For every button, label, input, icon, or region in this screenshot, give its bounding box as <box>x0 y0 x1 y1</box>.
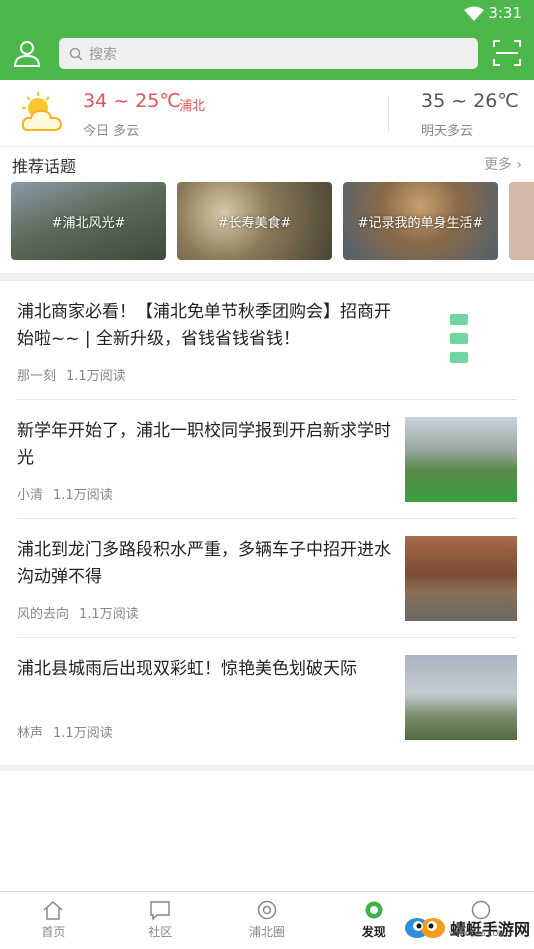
news-reads: 1.1万阅读 <box>53 726 113 741</box>
news-title: 新学年开始了，浦北一职校同学报到开启新求学时光 <box>17 421 391 468</box>
news-thumbnail <box>405 655 517 740</box>
tab-label: 发现 <box>361 925 386 939</box>
news-reads: 1.1万阅读 <box>79 607 139 622</box>
tab-label: 首页 <box>41 925 66 939</box>
thumbnail-graphic <box>450 333 468 344</box>
news-author: 那一刻 <box>17 369 57 384</box>
news-author: 风的去向 <box>17 607 70 622</box>
news-author: 小清 <box>17 488 44 503</box>
news-thumbnail <box>405 417 517 502</box>
news-list: 浦北商家必看！【浦北免单节秋季团购会】招商开始啦~~ | 全新升级，省钱省钱省钱… <box>0 281 534 757</box>
discover-icon <box>365 901 383 919</box>
partly-cloudy-icon <box>21 92 63 131</box>
scan-icon[interactable] <box>492 38 522 68</box>
news-meta: 小清 1.1万阅读 <box>17 484 113 503</box>
tomorrow-description: 明天多云 <box>421 124 474 139</box>
tab-label: 浦北圈 <box>248 925 285 939</box>
news-title: 浦北县城雨后出现双彩虹！惊艳美色划破天际 <box>17 659 357 679</box>
today-description: 今日 多云 <box>83 124 140 139</box>
chat-icon <box>150 901 170 920</box>
news-meta: 那一刻 1.1万阅读 <box>17 365 126 384</box>
circle-icon <box>257 900 277 920</box>
search-placeholder: 搜索 <box>89 46 117 63</box>
tab-community[interactable]: 社区 <box>107 892 214 949</box>
status-time: 3:31 <box>488 4 522 22</box>
search-input[interactable]: 搜索 <box>59 38 478 69</box>
topic-label: #记录我的单身生活# <box>357 215 484 231</box>
thumbnail-graphic <box>450 314 468 325</box>
watermark-url: WWW.QT6.COM <box>448 930 505 938</box>
topics-title: 推荐话题 <box>12 157 77 176</box>
topics-header: 推荐话题 更多 › <box>0 147 534 180</box>
news-item[interactable]: 浦北县城雨后出现双彩虹！惊艳美色划破天际 林声 1.1万阅读 <box>17 638 517 757</box>
weather-widget[interactable]: 34 ~ 25℃ 浦北 今日 多云 35 ~ 26℃ 明天多云 <box>0 80 534 147</box>
topic-card[interactable] <box>509 182 534 260</box>
tab-pubei-circle[interactable]: 浦北圈 <box>214 892 321 949</box>
topics-more-link[interactable]: 更多 › <box>484 154 522 174</box>
news-title: 浦北到龙门多路段积水严重，多辆车子中招开进水沟动弹不得 <box>17 540 391 587</box>
weather-divider <box>388 96 389 132</box>
section-separator <box>0 273 534 281</box>
news-reads: 1.1万阅读 <box>53 488 113 503</box>
news-author: 林声 <box>17 726 44 741</box>
today-temperature: 34 ~ 25℃ <box>83 90 181 112</box>
dragonfly-logo-icon <box>404 918 445 938</box>
news-thumbnail <box>405 298 517 383</box>
weather-city: 浦北 <box>179 99 206 114</box>
topic-label: #浦北风光# <box>51 215 126 231</box>
topic-card[interactable]: #长寿美食# <box>177 182 332 260</box>
topics-more-label: 更多 <box>483 157 512 173</box>
news-meta: 风的去向 1.1万阅读 <box>17 603 139 622</box>
top-header-area: 3:31 搜索 <box>0 0 534 80</box>
topic-card[interactable]: #记录我的单身生活# <box>343 182 498 260</box>
tomorrow-temperature: 35 ~ 26℃ <box>421 90 519 112</box>
news-thumbnail <box>405 536 517 621</box>
tab-label: 社区 <box>148 925 173 939</box>
news-reads: 1.1万阅读 <box>66 369 126 384</box>
tab-home[interactable]: 首页 <box>0 892 107 949</box>
topics-carousel[interactable]: #浦北风光# #长寿美食# #记录我的单身生活# <box>0 180 534 273</box>
search-icon <box>69 47 83 61</box>
thumbnail-graphic <box>450 352 468 363</box>
wifi-icon <box>464 6 484 21</box>
status-bar: 3:31 <box>0 0 534 28</box>
list-end-separator <box>0 765 534 771</box>
topic-card[interactable]: #浦北风光# <box>11 182 166 260</box>
news-title: 浦北商家必看！【浦北免单节秋季团购会】招商开始啦~~ | 全新升级，省钱省钱省钱… <box>17 302 391 349</box>
news-meta: 林声 1.1万阅读 <box>17 722 113 741</box>
home-icon <box>43 900 63 920</box>
app-header: 搜索 <box>0 30 534 76</box>
news-item[interactable]: 新学年开始了，浦北一职校同学报到开启新求学时光 小清 1.1万阅读 <box>17 400 517 519</box>
chevron-right-icon: › <box>516 157 522 173</box>
news-item[interactable]: 浦北到龙门多路段积水严重，多辆车子中招开进水沟动弹不得 风的去向 1.1万阅读 <box>17 519 517 638</box>
user-icon[interactable] <box>12 38 42 68</box>
watermark-logo: 蜻蜓手游网 WWW.QT6.COM <box>403 910 530 946</box>
topic-label: #长寿美食# <box>217 215 292 231</box>
news-item[interactable]: 浦北商家必看！【浦北免单节秋季团购会】招商开始啦~~ | 全新升级，省钱省钱省钱… <box>17 281 517 400</box>
